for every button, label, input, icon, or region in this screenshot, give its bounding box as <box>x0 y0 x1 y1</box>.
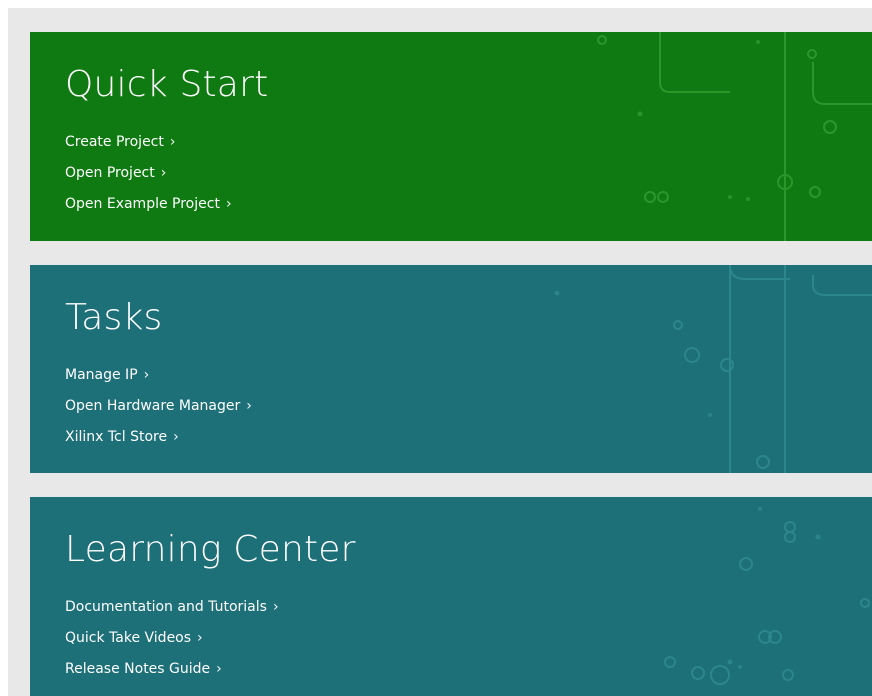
chevron-right-icon: › <box>197 630 203 646</box>
link-label: Open Example Project <box>65 196 220 212</box>
link-label: Open Project <box>65 165 155 181</box>
chevron-right-icon: › <box>272 599 279 615</box>
link-label: Xilinx Tcl Store <box>65 429 168 445</box>
tasks-title: Tasks <box>65 297 163 338</box>
open-example-project-link[interactable]: Open Example Project › <box>65 194 232 225</box>
tasks-links: Manage IP › Open Hardware Manager › Xilinx… <box>65 365 252 458</box>
tasks-panel: Tasks Manage IP › Open Hardware Manager › … <box>30 265 872 473</box>
link-label: Quick Take Videos <box>65 630 192 646</box>
release-notes-guide-link[interactable]: Release Notes Guide › <box>65 659 279 690</box>
learning-center-title: Learning Center <box>65 529 356 570</box>
chevron-right-icon: › <box>173 429 179 445</box>
documentation-and-tutorials-link[interactable]: Documentation and Tutorials › <box>65 597 279 628</box>
link-label: Release Notes Guide <box>65 661 211 677</box>
quick-take-videos-link[interactable]: Quick Take Videos › <box>65 628 279 659</box>
quick-start-title: Quick Start <box>65 64 269 105</box>
learning-center-links: Documentation and Tutorials › Quick Take … <box>65 597 279 690</box>
link-label: Documentation and Tutorials <box>65 599 267 615</box>
quick-start-links: Create Project › Open Project › Open Examp… <box>65 132 232 225</box>
manage-ip-link[interactable]: Manage IP › <box>65 365 252 396</box>
chevron-right-icon: › <box>216 661 222 677</box>
chevron-right-icon: › <box>160 165 167 181</box>
create-project-link[interactable]: Create Project › <box>65 132 232 163</box>
chevron-right-icon: › <box>169 134 176 150</box>
chevron-right-icon: › <box>246 398 252 414</box>
link-label: Open Hardware Manager <box>65 398 241 414</box>
chevron-right-icon: › <box>225 196 232 212</box>
open-hardware-manager-link[interactable]: Open Hardware Manager › <box>65 396 252 427</box>
learning-center-panel: Learning Center Documentation and Tutori… <box>30 497 872 696</box>
start-page: Quick Start Create Project › Open Project… <box>8 8 872 696</box>
link-label: Create Project <box>65 134 164 150</box>
xilinx-tcl-store-link[interactable]: Xilinx Tcl Store › <box>65 427 252 458</box>
link-label: Manage IP <box>65 367 138 383</box>
chevron-right-icon: › <box>143 367 150 383</box>
quick-start-panel: Quick Start Create Project › Open Project… <box>30 32 872 241</box>
open-project-link[interactable]: Open Project › <box>65 163 232 194</box>
